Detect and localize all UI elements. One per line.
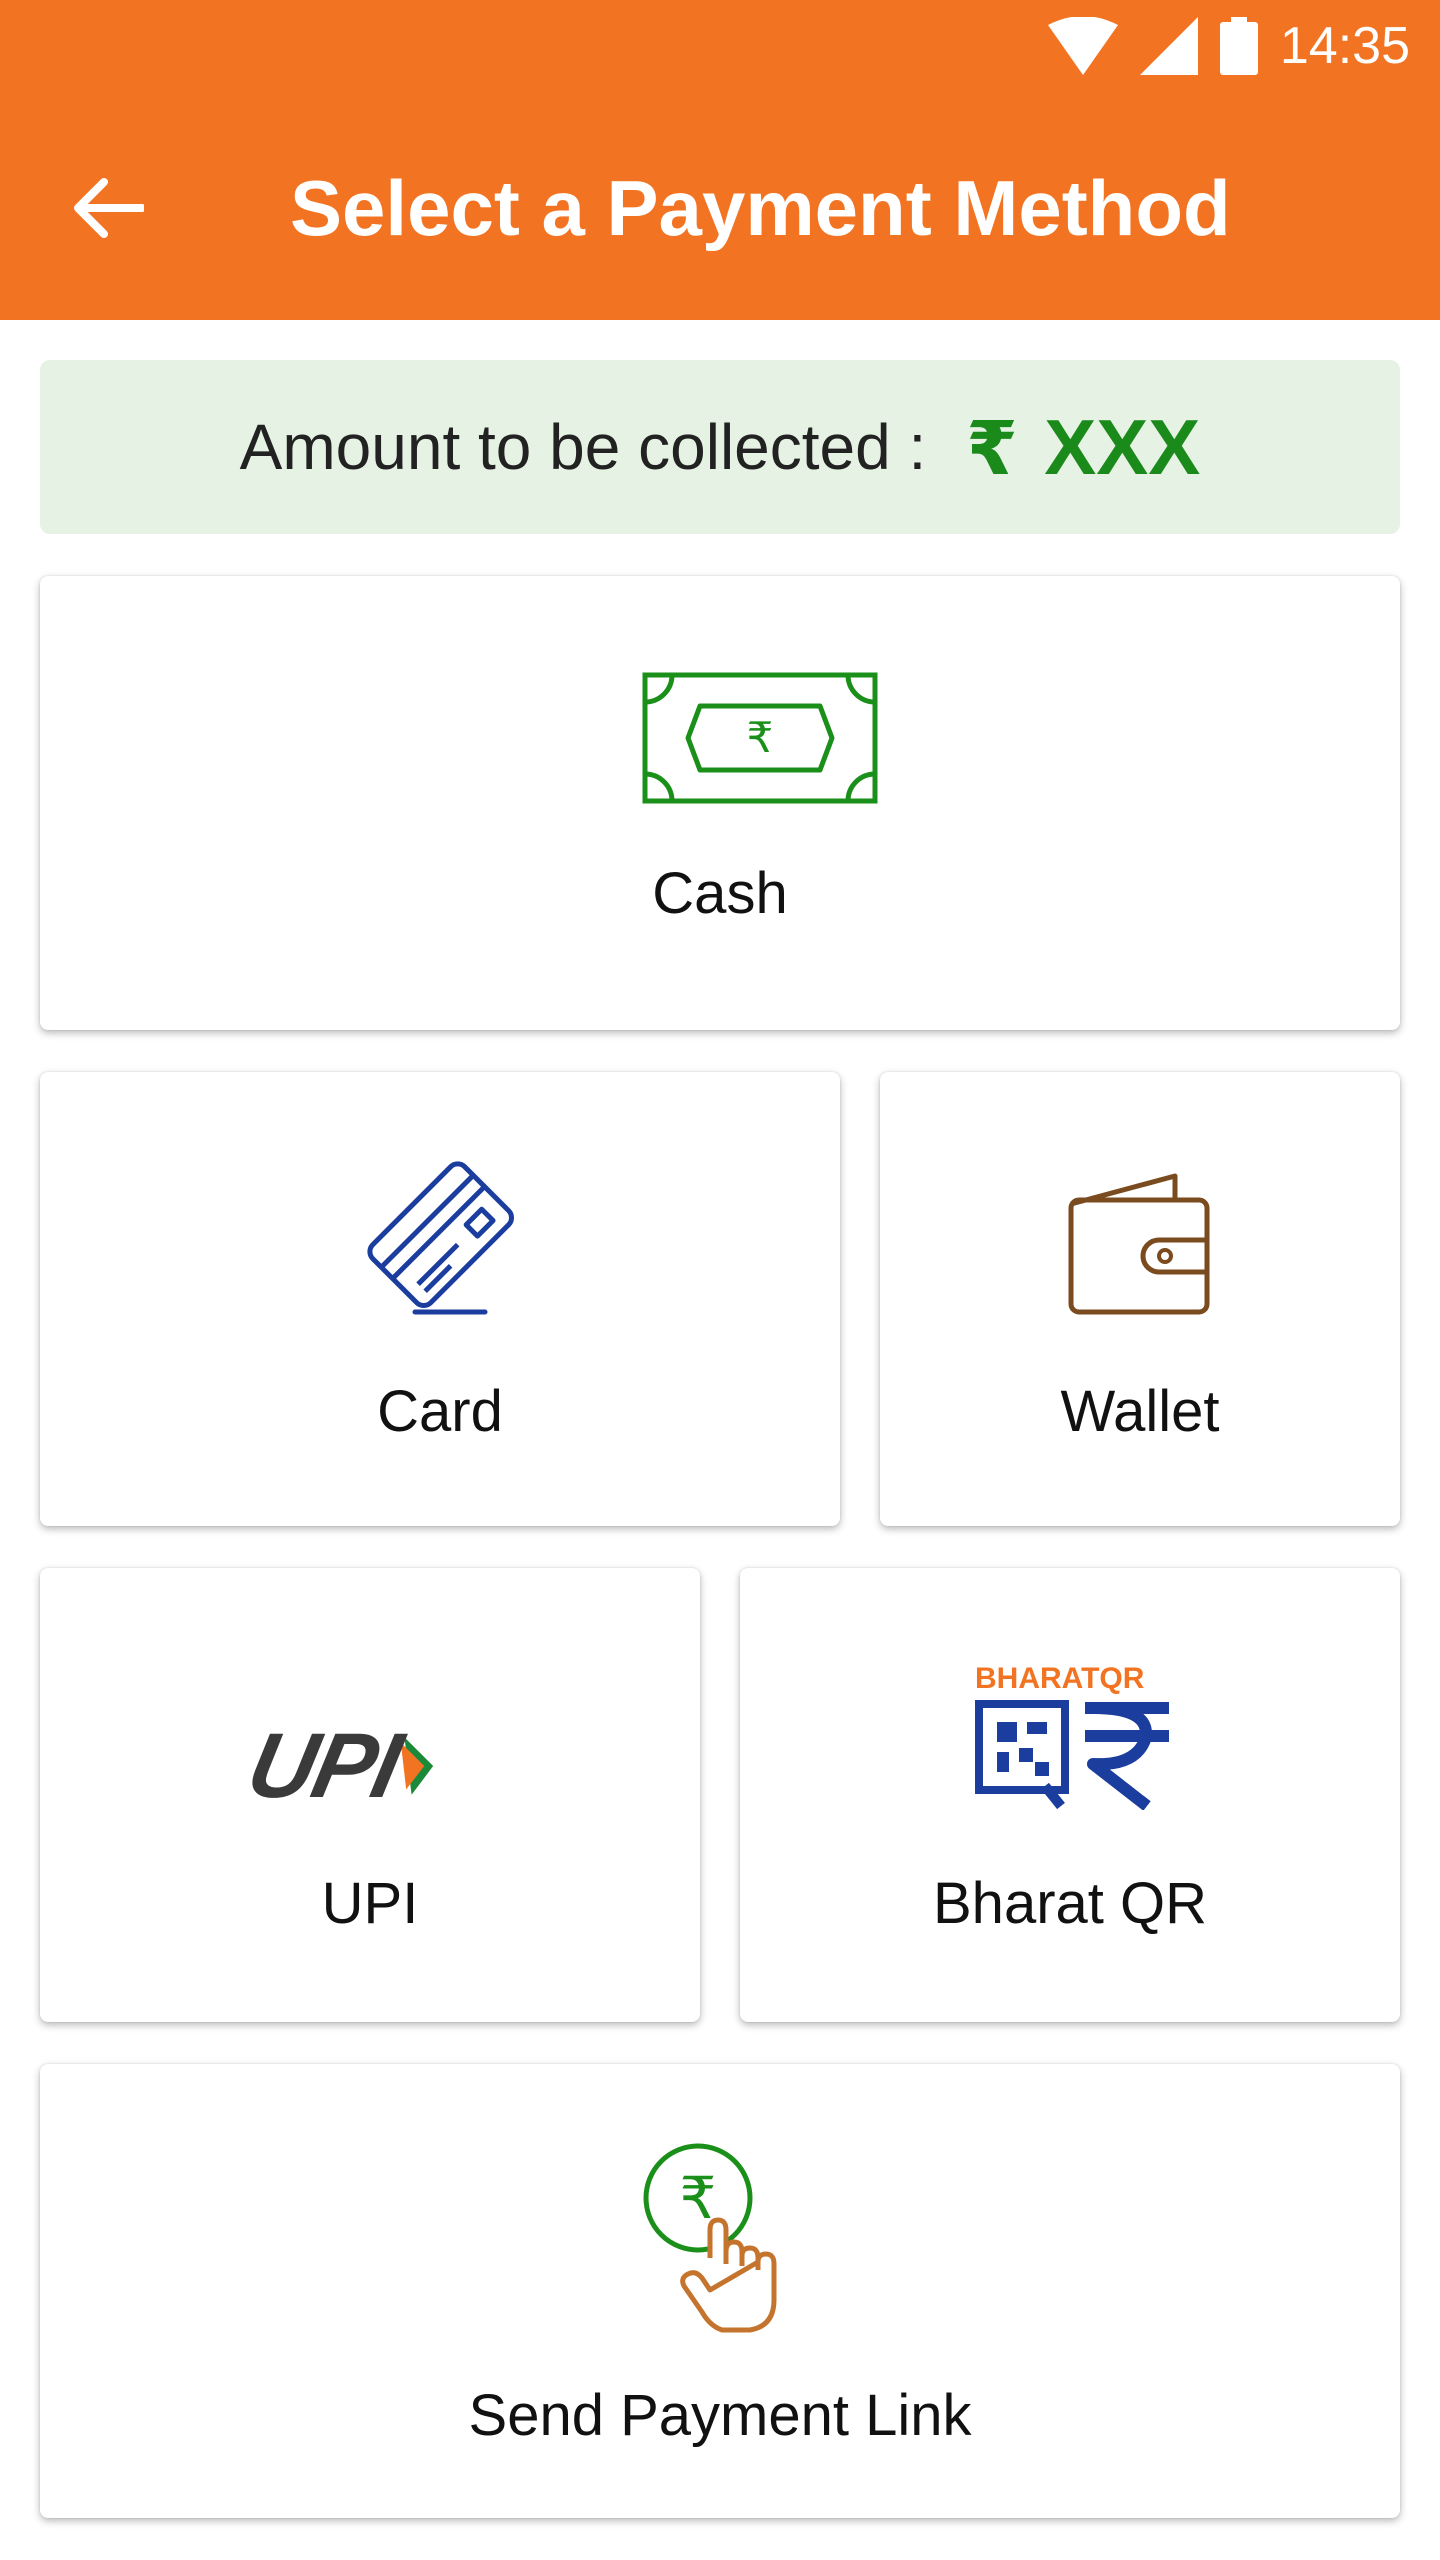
amount-label: Amount to be collected : — [239, 411, 927, 483]
battery-icon — [1219, 17, 1258, 75]
bharat-qr-logo-text: BHARATQR — [975, 1662, 1145, 1695]
back-arrow-icon — [74, 178, 144, 238]
svg-text:₹: ₹ — [747, 713, 774, 762]
upi-logo-text: UPI — [239, 1714, 409, 1817]
bharat-qr-logo: BHARATQR — [975, 1662, 1175, 1812]
upi-logo: UPI — [239, 1715, 510, 1817]
amount-value: XXX — [1044, 402, 1201, 491]
app-bar: 14:35 Select a Payment Method — [0, 0, 1440, 320]
upi-option[interactable]: UPI UPI — [40, 1568, 700, 2022]
send-payment-link-option[interactable]: ₹ Send Payment Link — [40, 2064, 1400, 2518]
wallet-option[interactable]: Wallet — [880, 1072, 1400, 1526]
bharat-qr-option[interactable]: BHARATQR Bharat QR — [740, 1568, 1400, 2022]
cash-note-icon: ₹ — [642, 672, 878, 804]
page-title: Select a Payment Method — [290, 164, 1231, 252]
upi-arrow-icon — [401, 1737, 434, 1795]
upi-label: UPI — [321, 1871, 419, 1936]
card-option[interactable]: Card — [40, 1072, 840, 1526]
amount-value-group: ₹ XXX — [966, 402, 1200, 493]
cash-option[interactable]: ₹ Cash — [40, 576, 1400, 1030]
bharat-qr-symbol — [975, 1700, 1169, 1810]
bharat-qr-label: Bharat QR — [933, 1871, 1207, 1936]
amount-banner: Amount to be collected : ₹ XXX — [40, 360, 1400, 534]
signal-icon — [1139, 17, 1198, 75]
cash-label: Cash — [652, 861, 788, 926]
card-label: Card — [377, 1379, 503, 1444]
status-time: 14:35 — [1279, 17, 1410, 75]
rupee-symbol: ₹ — [966, 406, 1018, 490]
send-payment-link-label: Send Payment Link — [468, 2383, 972, 2448]
rupee-tap-icon: ₹ — [643, 2143, 777, 2333]
wallet-icon — [1068, 1173, 1210, 1315]
status-bar: 14:35 — [1047, 14, 1410, 78]
back-button[interactable] — [60, 160, 156, 256]
wallet-label: Wallet — [1060, 1379, 1220, 1444]
wifi-icon — [1047, 17, 1118, 75]
credit-card-icon — [367, 1161, 515, 1315]
